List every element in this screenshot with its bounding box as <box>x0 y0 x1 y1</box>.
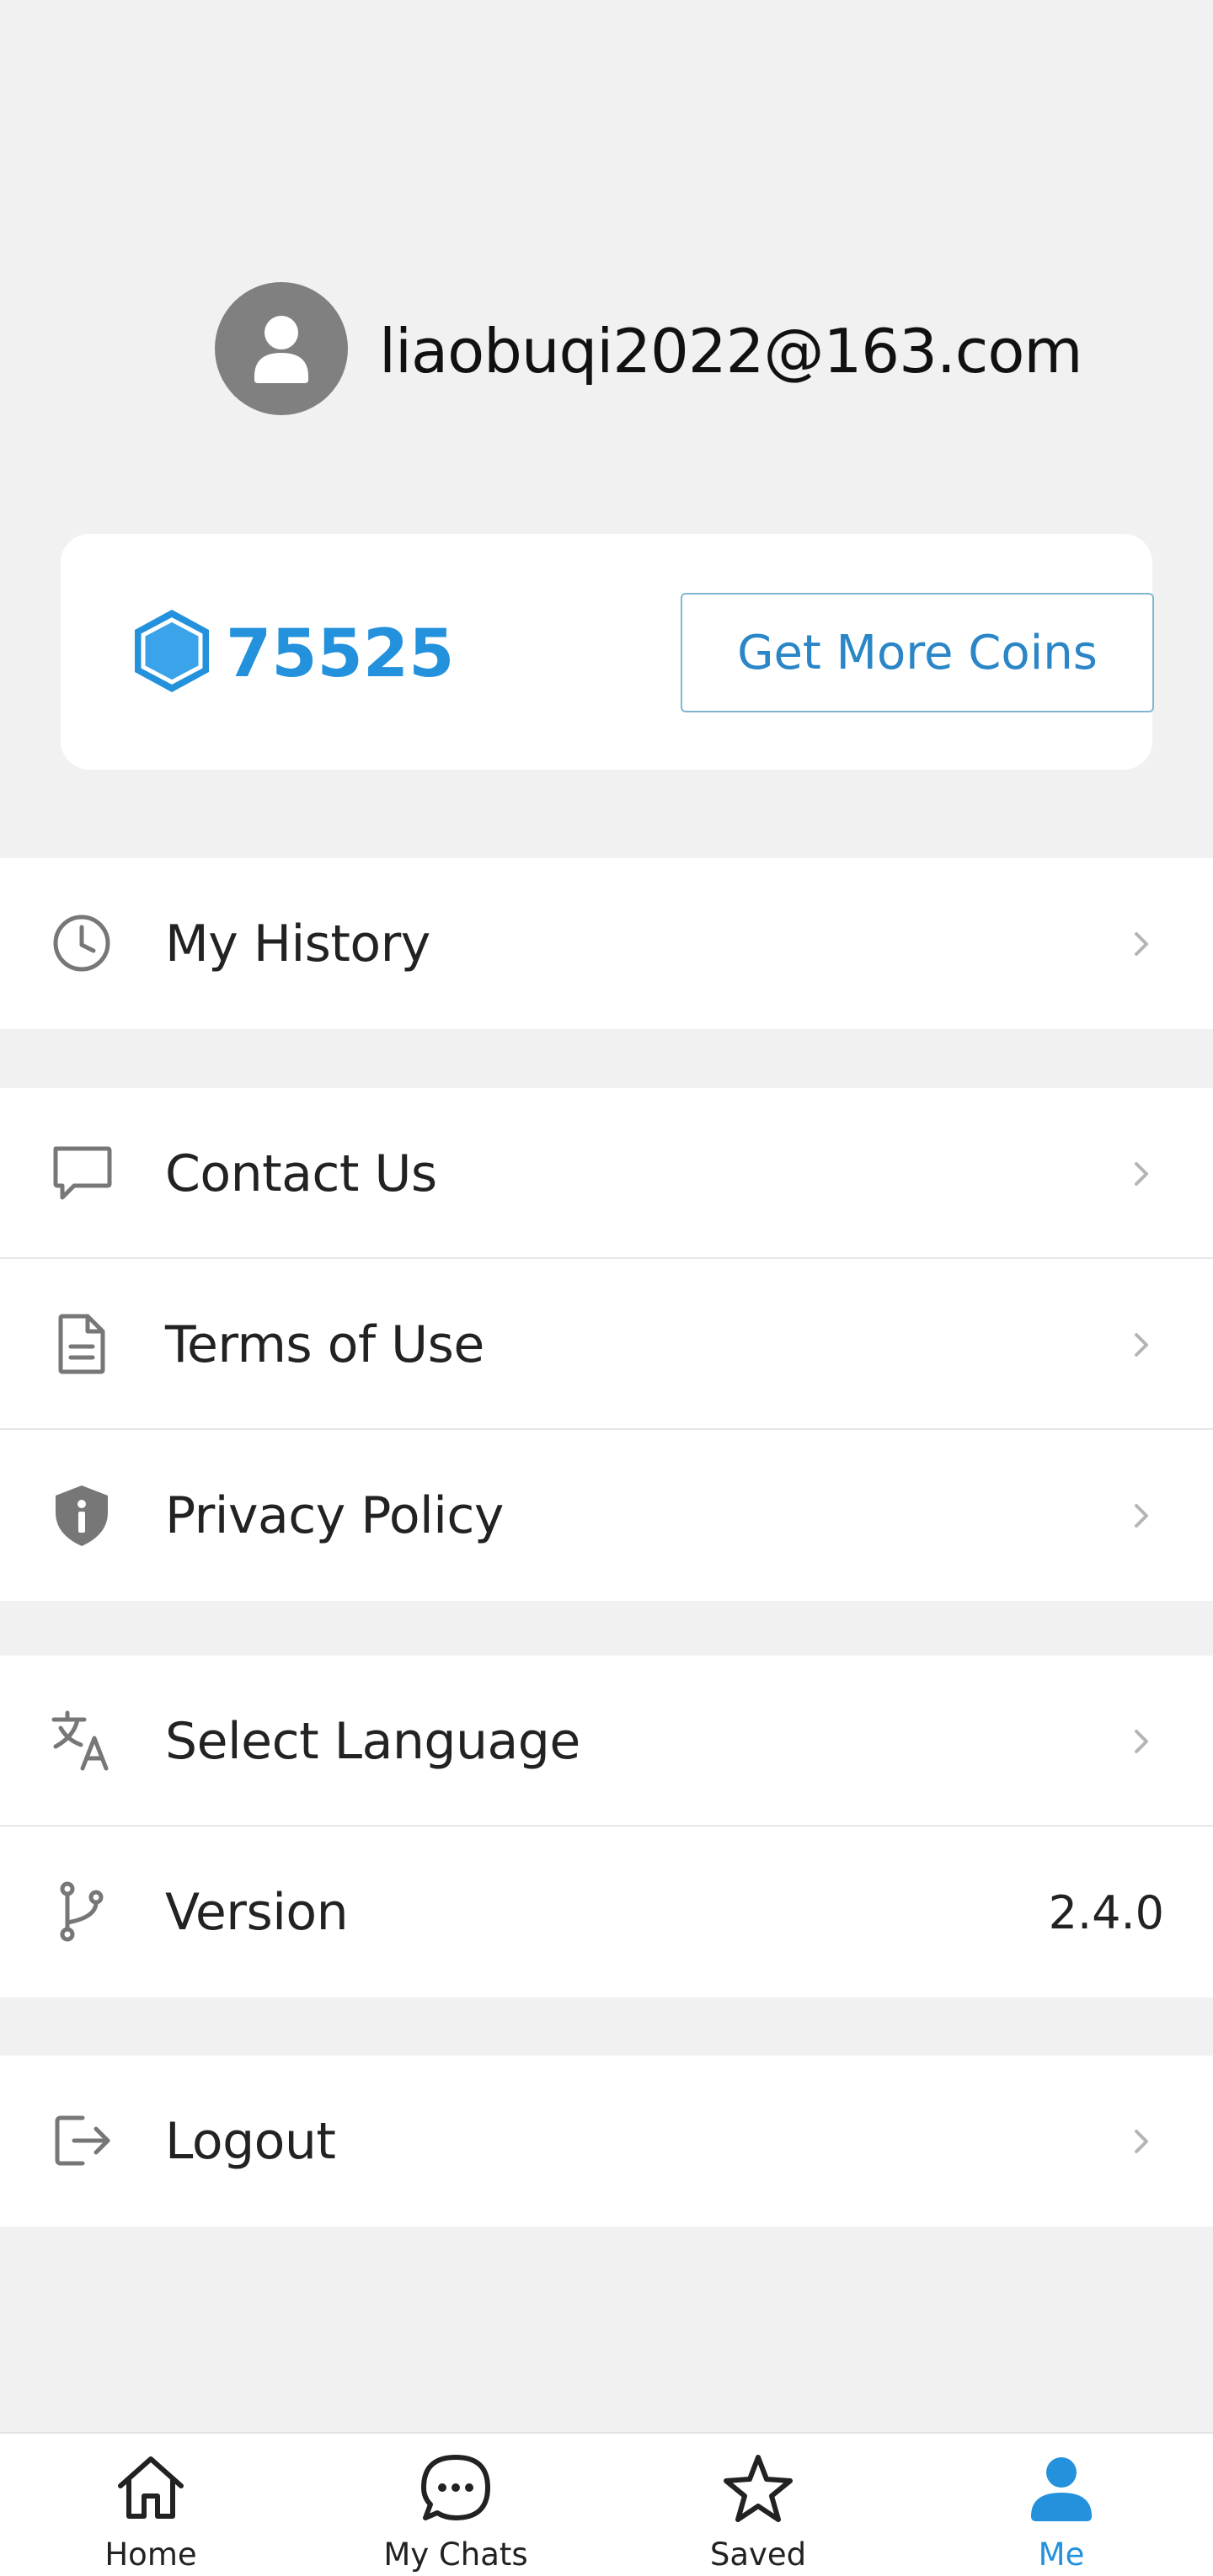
nav-tab-me[interactable]: Me <box>952 2434 1171 2576</box>
nav-tab-saved[interactable]: Saved <box>649 2434 868 2576</box>
star-icon <box>724 2455 793 2522</box>
user-email: liaobuqi2022@163.com <box>379 316 1083 387</box>
avatar[interactable] <box>215 282 348 415</box>
bottom-navigation: Home My Chats Saved Me <box>0 2432 1213 2576</box>
chevron-right-icon <box>1135 1333 1148 1357</box>
chevron-right-icon <box>1135 1730 1148 1753</box>
menu-item-contact-us[interactable]: Contact Us <box>0 1088 1213 1259</box>
chevron-right-icon <box>1135 1162 1148 1186</box>
document-icon <box>58 1314 105 1374</box>
menu-item-label: Logout <box>165 2112 336 2171</box>
logout-icon <box>55 2115 110 2166</box>
coin-hexagon-icon <box>135 610 209 692</box>
version-number: 2.4.0 <box>1048 1886 1164 1939</box>
menu-item-label: Select Language <box>165 1712 580 1771</box>
branch-icon <box>60 1881 104 1942</box>
menu-item-terms-of-use[interactable]: Terms of Use <box>0 1259 1213 1430</box>
menu-item-privacy-policy[interactable]: Privacy Policy <box>0 1430 1213 1601</box>
menu-item-label: Privacy Policy <box>165 1486 504 1545</box>
chat-bubble-icon <box>53 1146 112 1200</box>
coin-balance: 75525 <box>226 616 455 692</box>
nav-label-home: Home <box>104 2536 197 2573</box>
chevron-right-icon <box>1135 932 1148 956</box>
menu-item-label: Version <box>165 1883 349 1942</box>
menu-group-settings: Select Language Version 2.4.0 <box>0 1656 1213 1997</box>
get-more-coins-button[interactable]: Get More Coins <box>681 593 1154 712</box>
menu-group-info: Contact Us Terms of Use Privacy Policy <box>0 1088 1213 1601</box>
translate-icon <box>51 1710 109 1771</box>
menu-item-label: My History <box>165 915 430 973</box>
nav-tab-my-chats[interactable]: My Chats <box>346 2434 565 2576</box>
menu-item-label: Terms of Use <box>165 1315 484 1374</box>
nav-label-my-chats: My Chats <box>383 2536 528 2573</box>
chevron-right-icon <box>1135 2130 1148 2153</box>
menu-item-label: Contact Us <box>165 1144 437 1203</box>
menu-item-my-history[interactable]: My History <box>0 858 1213 1029</box>
chat-dots-icon <box>421 2455 490 2520</box>
nav-tab-home[interactable]: Home <box>41 2434 260 2576</box>
user-icon <box>254 316 308 383</box>
nav-label-saved: Saved <box>709 2536 807 2573</box>
nav-label-me: Me <box>1038 2536 1085 2573</box>
coins-card: 75525 Get More Coins <box>61 534 1154 770</box>
menu-group-history: My History <box>0 858 1213 1029</box>
shield-info-icon <box>56 1485 108 1546</box>
menu-group-account: Logout <box>0 2056 1213 2227</box>
chevron-right-icon <box>1135 1504 1148 1528</box>
home-icon <box>118 2456 184 2519</box>
menu-item-select-language[interactable]: Select Language <box>0 1656 1213 1827</box>
user-filled-icon <box>1031 2457 1092 2521</box>
clock-icon <box>53 915 110 972</box>
menu-item-logout[interactable]: Logout <box>0 2056 1213 2227</box>
menu-item-version: Version 2.4.0 <box>0 1827 1213 1997</box>
